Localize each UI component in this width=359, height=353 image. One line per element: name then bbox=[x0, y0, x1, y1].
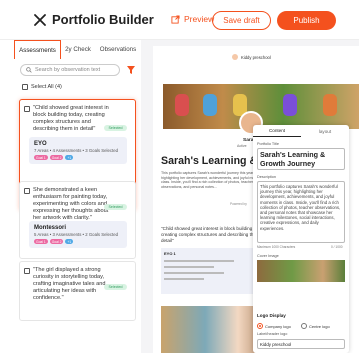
save-draft-button[interactable]: Save draft bbox=[212, 11, 271, 30]
cover-image[interactable] bbox=[257, 260, 345, 282]
cover-label: Cover Image bbox=[257, 254, 279, 258]
label-header-label: Label/header logo bbox=[257, 332, 288, 336]
observation-text: "The girl displayed a strong curiosity i… bbox=[33, 267, 106, 301]
goal-chip: +1 bbox=[65, 239, 74, 244]
observations-panel: Assessments 2y Check Observations Search… bbox=[14, 40, 141, 353]
preview-button[interactable]: Preview bbox=[171, 14, 214, 24]
search-input[interactable]: Search by observation text bbox=[20, 64, 120, 76]
description-label: Description bbox=[257, 175, 276, 179]
status-badge: Selected bbox=[104, 284, 127, 290]
label-header-input[interactable]: Kiddy preschool bbox=[257, 339, 345, 349]
app-header: Portfolio Builder Preview Save draft Pub… bbox=[0, 0, 359, 40]
company-logo-radio[interactable]: Company logo bbox=[257, 323, 291, 329]
select-all-label: Select All (4) bbox=[31, 84, 62, 90]
status-badge: Selected bbox=[104, 204, 127, 210]
content-settings-panel: Content layout Portfolio Title Sarah's L… bbox=[253, 125, 349, 353]
filter-icon[interactable] bbox=[126, 65, 136, 75]
child-status: Active bbox=[237, 144, 247, 148]
avatar bbox=[232, 54, 238, 60]
radio-icon bbox=[301, 323, 307, 329]
goal-chip: Goal 2 bbox=[49, 155, 64, 160]
centre-logo-radio[interactable]: Centre logo bbox=[301, 323, 330, 329]
close-icon[interactable] bbox=[34, 14, 46, 26]
preview-eyo: EYO 1 bbox=[164, 251, 176, 256]
tab-content[interactable]: Content bbox=[253, 125, 301, 137]
framework-meta: 7 Areas • 4 Assessments • 3 Goals Select… bbox=[34, 148, 118, 153]
page-title: Portfolio Builder bbox=[52, 12, 154, 27]
status-badge: Selected bbox=[104, 125, 127, 131]
goal-chip: Goal 2 bbox=[49, 239, 64, 244]
framework-box: Montessori 5 Areas • 3 Assessments • 2 G… bbox=[29, 221, 127, 248]
select-all-checkbox[interactable] bbox=[22, 84, 28, 90]
left-tabs: Assessments 2y Check Observations bbox=[14, 40, 141, 59]
framework-box: EYO 7 Areas • 4 Assessments • 3 Goals Se… bbox=[29, 137, 127, 164]
powered-by: Powered by bbox=[230, 202, 247, 206]
external-link-icon bbox=[171, 14, 180, 24]
char-count: 0 / 1000 bbox=[331, 245, 343, 249]
preview-framework: EYO 1 bbox=[161, 248, 257, 294]
goal-chip: Goal 1 bbox=[34, 155, 48, 160]
radio-selected-icon bbox=[257, 323, 263, 329]
portfolio-title-input[interactable]: Sarah's Learning & Growth Journey bbox=[257, 148, 345, 170]
tab-assessments[interactable]: Assessments bbox=[14, 40, 61, 59]
author-header: Kiddy preschool bbox=[232, 54, 271, 60]
company-logo-label: Company logo bbox=[265, 323, 291, 329]
tab-observations[interactable]: Observations bbox=[95, 40, 141, 59]
centre-logo-label: Centre logo bbox=[309, 323, 330, 329]
settings-tabs: Content layout bbox=[253, 125, 349, 137]
framework-meta: 5 Areas • 3 Assessments • 2 Goals Select… bbox=[34, 232, 118, 237]
goal-chip: +1 bbox=[65, 155, 74, 160]
card-checkbox[interactable] bbox=[24, 188, 30, 194]
logo-display-label: Logo Display bbox=[257, 313, 286, 318]
card-checkbox[interactable] bbox=[24, 268, 30, 274]
preview-label: Preview bbox=[184, 14, 215, 24]
goal-chip: Goal 1 bbox=[34, 239, 48, 244]
max-chars: Maximum 1000 Characters bbox=[257, 245, 296, 249]
framework-name: EYO bbox=[34, 141, 47, 147]
observation-card[interactable]: "The girl displayed a strong curiosity i… bbox=[19, 261, 136, 321]
search-placeholder: Search by observation text bbox=[35, 67, 101, 73]
observation-text: She demonstrated a keen enthusiasm for p… bbox=[33, 187, 109, 221]
tab-layout[interactable]: layout bbox=[301, 125, 349, 137]
framework-name: Montessori bbox=[34, 225, 67, 231]
tab-2y-check[interactable]: 2y Check bbox=[61, 40, 95, 59]
publish-button[interactable]: Publish bbox=[277, 11, 336, 30]
select-all[interactable]: Select All (4) bbox=[22, 84, 62, 90]
author-name: Kiddy preschool bbox=[241, 54, 271, 60]
search-icon bbox=[26, 67, 32, 73]
observation-text: "Child showed great interest in block bu… bbox=[33, 105, 109, 132]
card-checkbox[interactable] bbox=[24, 106, 30, 112]
portfolio-builder-app: Portfolio Builder Preview Save draft Pub… bbox=[0, 0, 359, 353]
portfolio-title-label: Portfolio Title bbox=[257, 142, 279, 146]
observation-card[interactable]: She demonstrated a keen enthusiasm for p… bbox=[19, 181, 136, 259]
description-textarea[interactable]: This portfolio captures Sarah's wonderfu… bbox=[257, 181, 345, 243]
